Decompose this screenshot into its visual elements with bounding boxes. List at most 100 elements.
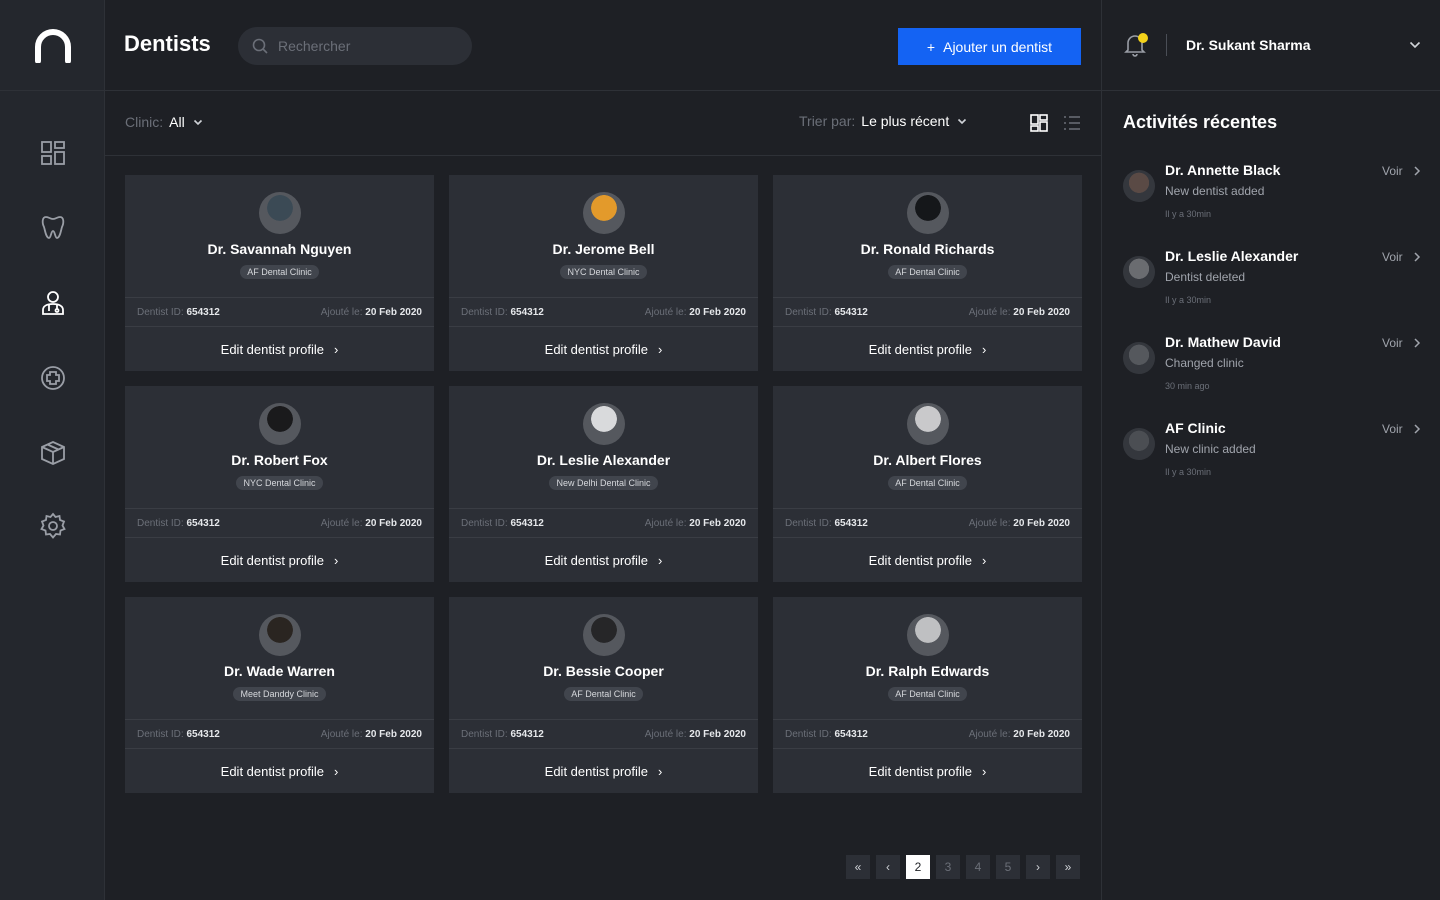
clinic-badge: AF Dental Clinic [888,687,967,701]
card-meta: Dentist ID: 654312 Ajouté le: 20 Feb 202… [773,508,1082,538]
grid-view-icon[interactable] [1029,113,1049,133]
first-page-button[interactable]: « [846,855,870,879]
dentist-id-value: 654312 [186,518,220,529]
card-meta: Dentist ID: 654312 Ajouté le: 20 Feb 202… [125,508,434,538]
page-button-3[interactable]: 3 [936,855,960,879]
clinic-filter-dropdown[interactable]: Clinic: All [125,114,205,130]
plus-icon: + [926,38,936,55]
edit-dentist-profile-button[interactable]: Edit dentist profile › [773,538,1082,582]
edit-dentist-profile-button[interactable]: Edit dentist profile › [125,749,434,793]
edit-profile-label: Edit dentist profile [868,763,972,779]
activity-time: 30 min ago [1165,381,1210,391]
dentist-name: Dr. Ronald Richards [860,241,995,257]
dentist-id-label: Dentist ID: [137,729,184,740]
page-button-5[interactable]: 5 [996,855,1020,879]
next-page-button[interactable]: › [1026,855,1050,879]
edit-dentist-profile-button[interactable]: Edit dentist profile › [125,538,434,582]
added-date-value: 20 Feb 2020 [689,307,746,318]
edit-dentist-profile-button[interactable]: Edit dentist profile › [773,327,1082,371]
activity-name: AF Clinic [1165,420,1226,436]
chevron-right-icon: › [982,341,987,357]
sort-label: Trier par: [799,113,856,129]
view-label: Voir [1382,250,1403,264]
edit-profile-label: Edit dentist profile [868,552,972,568]
dentist-card: Dr. Leslie Alexander New Delhi Dental Cl… [449,386,758,582]
view-activity-link[interactable]: Voir [1382,336,1421,350]
card-header: Dr. Bessie Cooper AF Dental Clinic [449,597,758,719]
chevron-down-icon[interactable] [1408,38,1422,52]
search-box[interactable] [238,27,472,65]
card-header: Dr. Albert Flores AF Dental Clinic [773,386,1082,508]
added-date-value: 20 Feb 2020 [1013,729,1070,740]
divider [1166,34,1167,56]
activity-name: Dr. Leslie Alexander [1165,248,1299,264]
nav-settings[interactable] [0,504,105,548]
add-dentist-button[interactable]: + Ajouter un dentist [898,28,1081,65]
added-date-label: Ajouté le: [968,729,1011,740]
activity-description: New clinic added [1165,442,1256,456]
activity-time: Il y a 30min [1165,467,1212,477]
dentist-card: Dr. Ralph Edwards AF Dental Clinic Denti… [773,597,1082,793]
avatar [583,403,625,445]
added-date-label: Ajouté le: [320,307,363,318]
added-date-value: 20 Feb 2020 [365,307,422,318]
box-icon [40,441,65,465]
chevron-right-icon: › [658,552,663,568]
dentist-card: Dr. Jerome Bell NYC Dental Clinic Dentis… [449,175,758,371]
chevron-down-icon [958,118,967,125]
page-button-2[interactable]: 2 [906,855,930,879]
dentist-id-value: 654312 [834,729,868,740]
activity-time: Il y a 30min [1165,209,1212,219]
last-page-button[interactable]: » [1056,855,1080,879]
page-button-4[interactable]: 4 [966,855,990,879]
avatar [259,192,301,234]
app-logo[interactable] [0,0,105,91]
nav-dashboard[interactable] [0,131,105,175]
card-header: Dr. Savannah Nguyen AF Dental Clinic [125,175,434,297]
added-date-label: Ajouté le: [644,307,687,318]
dentist-name: Dr. Savannah Nguyen [207,241,352,257]
dentist-id-value: 654312 [186,307,220,318]
nav-inventory[interactable] [0,431,105,475]
clinic-badge: New Delhi Dental Clinic [549,476,658,490]
edit-dentist-profile-button[interactable]: Edit dentist profile › [449,538,758,582]
edit-dentist-profile-button[interactable]: Edit dentist profile › [449,749,758,793]
tooth-icon [41,216,64,239]
clinic-filter-label: Clinic: [125,114,164,130]
nav-dentists[interactable] [0,280,105,324]
edit-profile-label: Edit dentist profile [544,552,648,568]
view-activity-link[interactable]: Voir [1382,250,1421,264]
dentist-name: Dr. Robert Fox [231,452,328,468]
chevron-right-icon [1414,338,1420,348]
view-activity-link[interactable]: Voir [1382,164,1421,178]
edit-dentist-profile-button[interactable]: Edit dentist profile › [125,327,434,371]
dentist-card: Dr. Wade Warren Meet Danddy Clinic Denti… [125,597,434,793]
dentist-name: Dr. Wade Warren [224,663,335,679]
card-meta: Dentist ID: 654312 Ajouté le: 20 Feb 202… [449,719,758,749]
filter-bar: Clinic: All Trier par: Le plus récent [105,91,1101,156]
user-name[interactable]: Dr. Sukant Sharma [1186,37,1311,53]
dentist-id-label: Dentist ID: [461,307,508,318]
clinic-badge: NYC Dental Clinic [560,265,647,279]
card-meta: Dentist ID: 654312 Ajouté le: 20 Feb 202… [773,297,1082,327]
card-header: Dr. Ralph Edwards AF Dental Clinic [773,597,1082,719]
search-input[interactable] [278,38,458,54]
dentist-id-value: 654312 [834,307,868,318]
view-activity-link[interactable]: Voir [1382,422,1421,436]
nav-medical[interactable] [0,356,105,400]
edit-profile-label: Edit dentist profile [544,763,648,779]
arch-logo-icon [34,29,71,63]
edit-dentist-profile-button[interactable]: Edit dentist profile › [449,327,758,371]
activity-title: Activités récentes [1123,112,1278,132]
added-date-value: 20 Feb 2020 [1013,307,1070,318]
chevron-right-icon: › [334,763,339,779]
sort-dropdown[interactable]: Trier par: Le plus récent [799,113,969,129]
nav-teeth[interactable] [0,205,105,249]
added-date-value: 20 Feb 2020 [365,518,422,529]
added-date-label: Ajouté le: [968,518,1011,529]
prev-page-button[interactable]: ‹ [876,855,900,879]
card-meta: Dentist ID: 654312 Ajouté le: 20 Feb 202… [449,297,758,327]
edit-dentist-profile-button[interactable]: Edit dentist profile › [773,749,1082,793]
list-view-icon[interactable] [1062,113,1082,133]
added-date-value: 20 Feb 2020 [1013,518,1070,529]
